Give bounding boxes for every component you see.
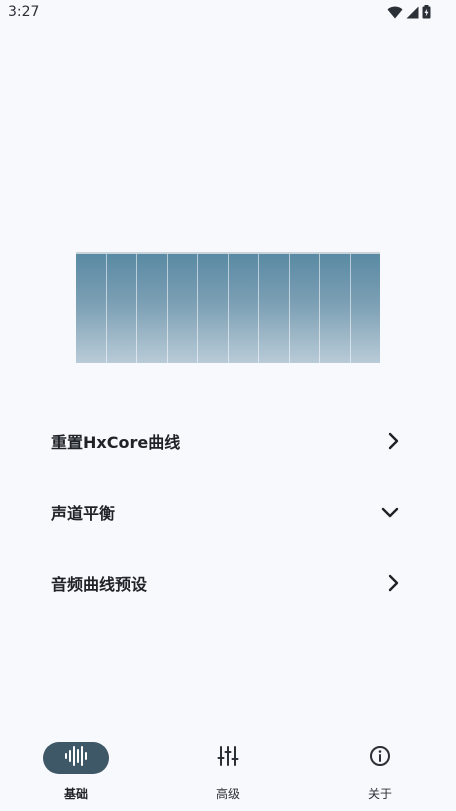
waveform-icon [64, 745, 88, 771]
eq-band[interactable] [107, 254, 137, 363]
nav-tab-about[interactable]: 关于 [304, 731, 456, 811]
nav-label: 关于 [367, 787, 392, 801]
bottom-navigation: 基础 高级 关于 [0, 731, 456, 811]
eq-band[interactable] [198, 254, 229, 363]
channel-balance-item[interactable]: 声道平衡 [0, 482, 456, 542]
status-time: 3:27 [8, 4, 40, 20]
chevron-right-icon [387, 432, 399, 450]
audio-curve-presets-item[interactable]: 音频曲线预设 [0, 553, 456, 613]
menu-item-label: 重置HxCore曲线 [51, 433, 181, 452]
sliders-icon [217, 745, 239, 771]
menu-item-label: 声道平衡 [51, 504, 116, 523]
nav-tab-basic[interactable]: 基础 [0, 731, 152, 811]
info-icon [369, 745, 391, 771]
eq-band[interactable] [168, 254, 198, 363]
nav-active-indicator [43, 742, 109, 774]
equalizer-graph[interactable] [76, 252, 380, 363]
reset-hxcore-curve-item[interactable]: 重置HxCore曲线 [0, 411, 456, 471]
eq-band[interactable] [259, 254, 290, 363]
nav-label: 高级 [215, 787, 240, 801]
menu-item-label: 音频曲线预设 [51, 575, 148, 594]
chevron-down-icon [381, 506, 399, 518]
nav-icon-container [347, 742, 413, 774]
status-icons [387, 5, 431, 19]
nav-tab-advanced[interactable]: 高级 [152, 731, 304, 811]
eq-band[interactable] [229, 254, 259, 363]
wifi-icon [387, 6, 403, 19]
nav-icon-container [195, 742, 261, 774]
eq-band[interactable] [76, 254, 107, 363]
eq-band[interactable] [290, 254, 320, 363]
chevron-right-icon [387, 574, 399, 592]
eq-band[interactable] [351, 254, 381, 363]
nav-label: 基础 [63, 787, 88, 801]
cellular-signal-icon [406, 6, 419, 19]
status-bar: 3:27 [0, 0, 456, 26]
eq-band[interactable] [320, 254, 351, 363]
eq-band[interactable] [137, 254, 168, 363]
battery-charging-icon [422, 5, 431, 19]
